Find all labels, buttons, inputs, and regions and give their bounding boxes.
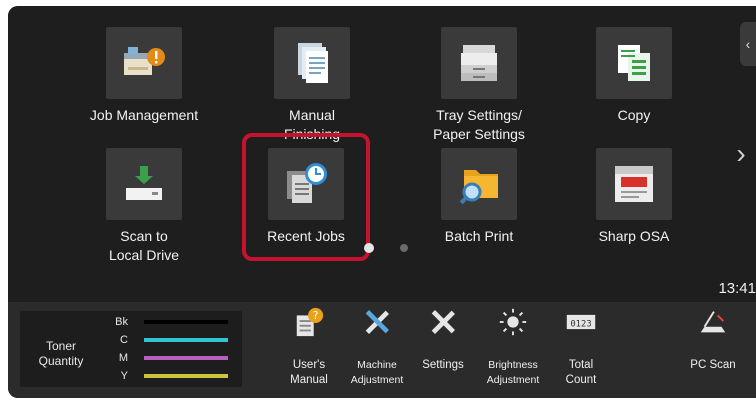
toner-row-c: C	[20, 333, 242, 347]
tile-recent-jobs[interactable]: Recent Jobs	[236, 148, 376, 268]
tile-label: Tray Settings/ Paper Settings	[433, 107, 525, 142]
tile-scan-to-local-drive[interactable]: Scan to Local Drive	[74, 148, 214, 268]
tile-label: Scan to Local Drive	[108, 228, 180, 263]
toner-code: M	[118, 352, 128, 364]
copy-icon	[596, 27, 672, 99]
toner-bar-y	[144, 374, 228, 378]
tile-sharp-osa[interactable]: Sharp OSA	[564, 148, 704, 268]
toner-code: Bk	[115, 316, 128, 328]
settings-button[interactable]: Settings	[410, 306, 476, 394]
tile-label: Copy	[617, 107, 651, 123]
users-manual-icon: ?	[293, 306, 325, 338]
job-management-icon	[106, 27, 182, 99]
button-label: Settings	[422, 359, 464, 371]
manual-finishing-icon	[274, 27, 350, 99]
total-count-icon: 0123	[565, 306, 597, 338]
button-label: PC Scan	[690, 359, 736, 371]
tray-settings-icon	[441, 27, 517, 99]
tile-label: Sharp OSA	[598, 228, 670, 244]
toner-bar-m	[144, 356, 228, 360]
button-label: Total Count	[565, 359, 597, 386]
pc-scan-icon	[697, 306, 729, 338]
clock: 13:41	[718, 280, 756, 297]
tile-tray-settings[interactable]: Tray Settings/ Paper Settings	[409, 27, 549, 147]
toner-row-y: Y	[20, 369, 242, 383]
brightness-icon	[497, 306, 529, 338]
recent-jobs-icon	[268, 148, 344, 220]
tile-label: Recent Jobs	[267, 228, 345, 244]
page-dot-current[interactable]	[364, 243, 374, 253]
tile-copy[interactable]: Copy	[564, 27, 704, 147]
toner-row-bk: Bk	[20, 315, 242, 329]
batch-print-icon	[441, 148, 517, 220]
tile-batch-print[interactable]: Batch Print	[409, 148, 549, 268]
machine-adjustment-button[interactable]: Machine Adjustment	[344, 306, 410, 394]
chevron-right-icon[interactable]: ›	[730, 134, 752, 174]
total-count-button[interactable]: 0123 Total Count	[548, 306, 614, 394]
button-label: Brightness Adjustment	[486, 359, 540, 386]
toner-code: C	[120, 334, 128, 346]
toner-bar-bk	[144, 320, 228, 324]
tile-label: Job Management	[89, 107, 199, 123]
toner-bar-c	[144, 338, 228, 342]
chevron-left-icon[interactable]: ‹	[740, 22, 756, 66]
svg-text:?: ?	[313, 310, 319, 322]
toner-quantity-panel: Toner Quantity Bk C M Y	[20, 311, 242, 387]
taskbar: Toner Quantity Bk C M Y ? User's Manual …	[8, 302, 756, 398]
home-screen: Job Management Manual Finishing Tray Set…	[8, 6, 756, 302]
tile-label: Batch Print	[444, 228, 514, 244]
machine-adjustment-icon	[361, 306, 393, 338]
toner-row-m: M	[20, 351, 242, 365]
scan-to-local-drive-icon	[106, 148, 182, 220]
total-count-display: 0123	[570, 319, 591, 329]
toner-code: Y	[120, 370, 128, 382]
button-label: User's Manual	[290, 359, 328, 386]
tile-label: Manual Finishing	[283, 107, 341, 142]
page-dot[interactable]	[400, 244, 408, 252]
users-manual-button[interactable]: ? User's Manual	[276, 306, 342, 394]
brightness-adjustment-button[interactable]: Brightness Adjustment	[480, 306, 546, 394]
tile-job-management[interactable]: Job Management	[74, 27, 214, 147]
settings-icon	[427, 306, 459, 338]
touch-panel-screen: Job Management Manual Finishing Tray Set…	[8, 6, 756, 398]
tile-manual-finishing[interactable]: Manual Finishing	[242, 27, 382, 147]
sharp-osa-icon	[596, 148, 672, 220]
pc-scan-button[interactable]: PC Scan	[680, 306, 746, 394]
